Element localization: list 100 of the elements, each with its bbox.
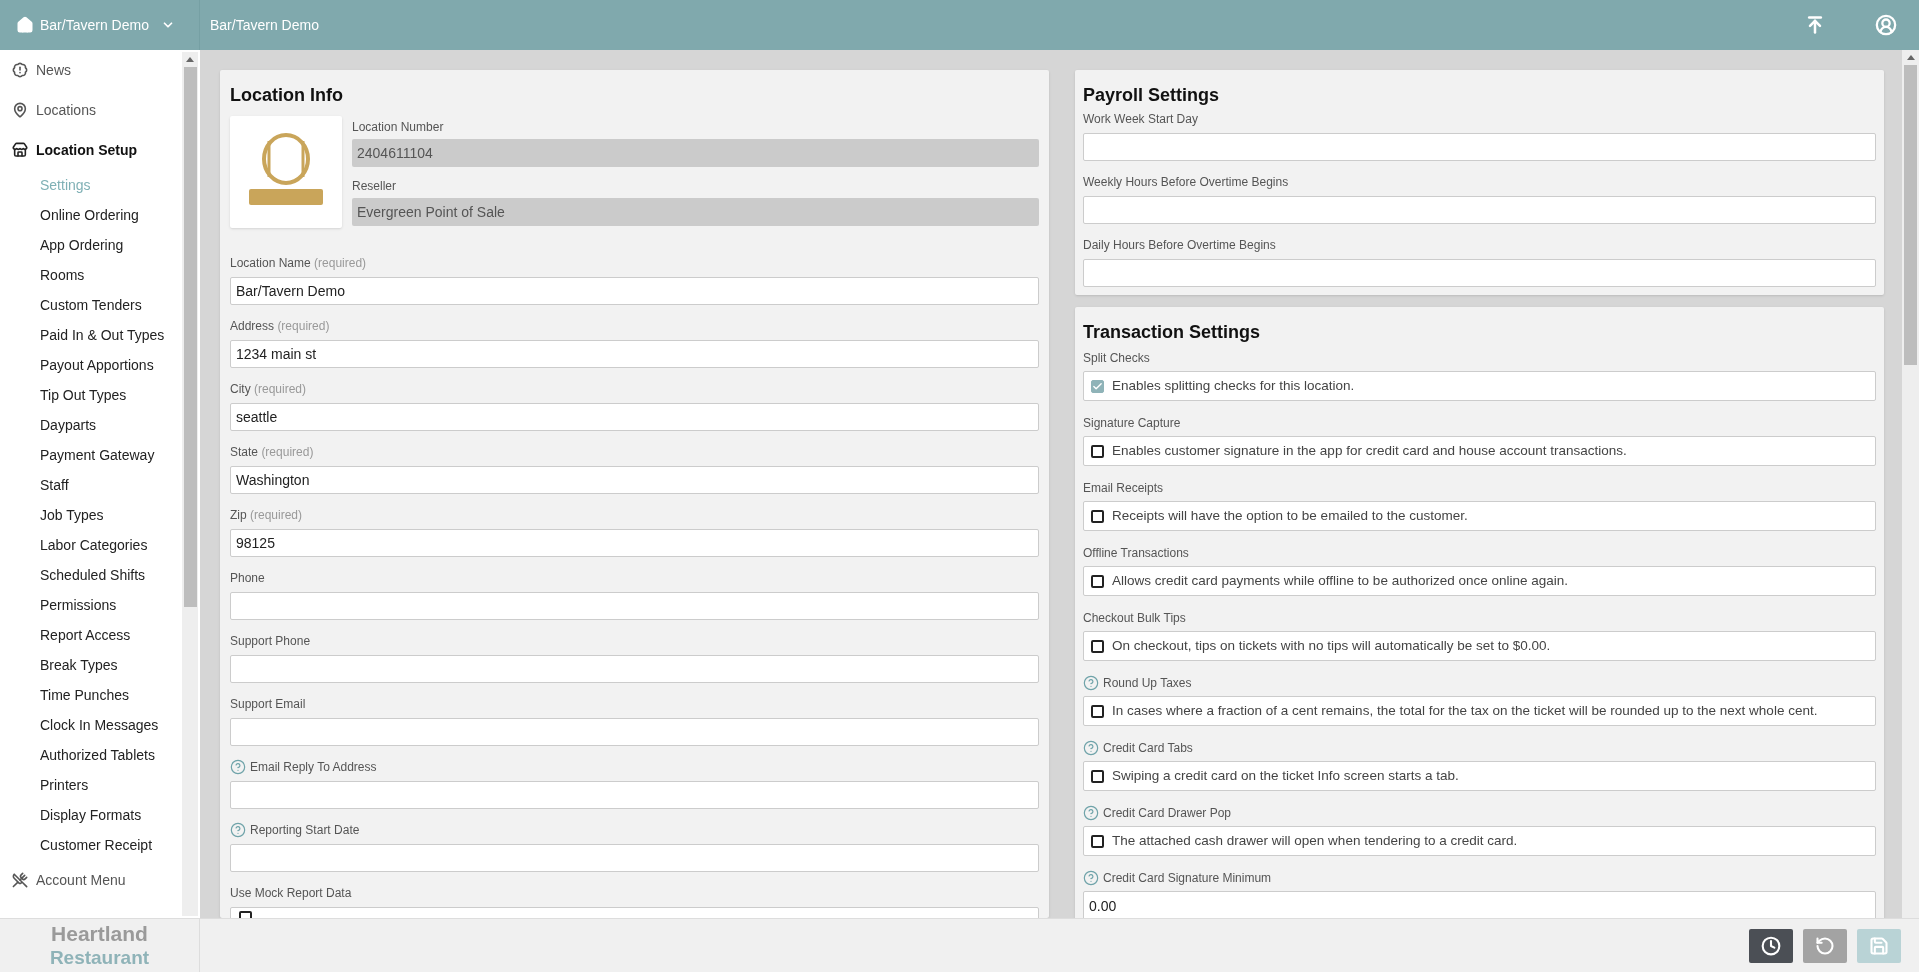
map-pin-icon — [12, 102, 28, 118]
sidebar-subitem[interactable]: Payout Apportions — [0, 350, 182, 380]
checkbox[interactable] — [1091, 574, 1104, 588]
sidebar-subitem[interactable]: Report Access — [0, 620, 182, 650]
field-label: Round Up Taxes — [1103, 674, 1192, 692]
sidebar-subitem[interactable]: Dayparts — [0, 410, 182, 440]
checkbox[interactable] — [1091, 509, 1104, 523]
field-label: Zip (required) — [230, 506, 303, 524]
store-icon — [12, 142, 28, 158]
scrollbar[interactable] — [182, 52, 198, 916]
text-field[interactable] — [230, 781, 1039, 809]
card-title: Transaction Settings — [1083, 321, 1262, 343]
sidebar-subitem[interactable]: Tip Out Types — [0, 380, 182, 410]
text-field[interactable] — [1083, 196, 1876, 224]
checkbox-row[interactable]: Receipts will have the option to be emailed to the customer. — [1083, 501, 1876, 531]
field-label: State (required) — [230, 443, 314, 461]
field-label: Work Week Start Day — [1083, 110, 1198, 128]
history-button[interactable] — [1749, 928, 1793, 963]
text-field[interactable]: 1234 main st — [230, 340, 1039, 368]
sidebar-item[interactable]: News — [0, 50, 182, 90]
field-label: Credit Card Signature Minimum — [1103, 869, 1272, 887]
checkbox-row[interactable]: Allows credit card payments while offline to be authorized once online again. — [1083, 566, 1876, 596]
field-label: Credit Card Drawer Pop — [1103, 804, 1232, 822]
help-icon[interactable] — [230, 758, 246, 775]
card-title: Payroll Settings — [1083, 84, 1221, 106]
checkbox-row[interactable]: The attached cash drawer will open when tendering to a credit card. — [1083, 826, 1876, 856]
checkbox-row[interactable]: In cases where a fraction of a cent remains, the total for the tax on the ticket will be rounded up to the next whole cent. — [1083, 696, 1876, 726]
sidebar-subitem[interactable]: App Ordering — [0, 230, 182, 260]
account-icon[interactable] — [1875, 14, 1897, 36]
text-field[interactable]: Washington — [230, 466, 1039, 494]
field-label: Phone — [230, 569, 265, 587]
sidebar-subitem[interactable]: Time Punches — [0, 680, 182, 710]
sidebar-subitem[interactable]: Break Types — [0, 650, 182, 680]
field-label: City (required) — [230, 380, 307, 398]
help-icon[interactable] — [1083, 869, 1099, 886]
field-label: Location Number — [352, 119, 445, 135]
upload-icon[interactable] — [1805, 15, 1825, 35]
field-label: Weekly Hours Before Overtime Begins — [1083, 173, 1289, 191]
text-field[interactable] — [1083, 259, 1876, 287]
checkbox[interactable] — [1091, 379, 1104, 393]
checkbox-row[interactable]: On checkout, tips on tickets with no tips will automatically be set to $0.00. — [1083, 631, 1876, 661]
checkbox[interactable] — [1091, 834, 1104, 848]
brand-subtitle: Restaurant — [49, 945, 150, 970]
text-field[interactable] — [230, 844, 1039, 872]
sidebar-subitem[interactable]: Payment Gateway — [0, 440, 182, 470]
sidebar-subitem[interactable]: Permissions — [0, 590, 182, 620]
help-icon[interactable] — [1083, 804, 1099, 821]
field-label: Support Phone — [230, 632, 311, 650]
checkbox[interactable] — [1091, 639, 1104, 653]
text-field[interactable] — [230, 718, 1039, 746]
sidebar-subitem[interactable]: Clock In Messages — [0, 710, 182, 740]
brand-name: Heartland — [51, 921, 148, 946]
text-field[interactable] — [230, 655, 1039, 683]
sidebar-subitem[interactable]: Customer Receipt — [0, 830, 182, 860]
checkbox-row[interactable]: Enables splitting checks for this location. — [1083, 371, 1876, 401]
checkbox-label: The attached cash drawer will open when tendering to a credit card. — [1112, 831, 1518, 850]
text-field[interactable] — [1083, 133, 1876, 161]
checkbox-label: Enables customer signature in the app for credit card and house account transactions. — [1112, 441, 1627, 460]
checkbox-row[interactable]: Enables customer signature in the app for credit card and house account transactions. — [1083, 436, 1876, 466]
text-field[interactable]: 0.00 — [1083, 891, 1876, 918]
save-icon — [1869, 935, 1889, 956]
checkbox[interactable] — [1091, 444, 1104, 458]
sidebar-subitem[interactable]: Scheduled Shifts — [0, 560, 182, 590]
field-label: Reseller — [352, 178, 397, 194]
field-label: Email Reply To Address — [250, 758, 377, 776]
sidebar-subitem[interactable]: Labor Categories — [0, 530, 182, 560]
checkbox-label: Receipts will have the option to be emailed to the customer. — [1112, 506, 1468, 525]
utensils-icon — [12, 872, 28, 888]
text-field[interactable]: 98125 — [230, 529, 1039, 557]
sidebar-subitem[interactable]: Custom Tenders — [0, 290, 182, 320]
sidebar-subitem[interactable]: Job Types — [0, 500, 182, 530]
sidebar-subitem[interactable]: Display Formats — [0, 800, 182, 830]
scroll-up-icon[interactable] — [186, 57, 194, 62]
field-label: Email Receipts — [1083, 479, 1164, 497]
help-icon[interactable] — [1083, 739, 1099, 756]
help-icon[interactable] — [230, 821, 246, 838]
field-label: Offline Transactions — [1083, 544, 1189, 562]
checkbox-row[interactable]: Swiping a credit card on the ticket Info screen starts a tab. — [1083, 761, 1876, 791]
breadcrumb: Bar/Tavern Demo — [210, 15, 319, 35]
field-label: Signature Capture — [1083, 414, 1181, 432]
sidebar-item[interactable]: Locations — [0, 90, 182, 130]
sidebar-subitem[interactable]: Authorized Tablets — [0, 740, 182, 770]
scrollbar[interactable] — [1902, 50, 1919, 918]
clock-icon — [1761, 935, 1781, 956]
sidebar-subitem[interactable]: Paid In & Out Types — [0, 320, 182, 350]
sidebar-subitem[interactable]: Rooms — [0, 260, 182, 290]
scroll-up-icon[interactable] — [1906, 55, 1915, 60]
text-field[interactable] — [230, 592, 1039, 620]
sidebar-subitem[interactable]: Staff — [0, 470, 182, 500]
help-icon[interactable] — [1083, 674, 1099, 691]
text-field[interactable]: Bar/Tavern Demo — [230, 277, 1039, 305]
checkbox[interactable] — [1091, 769, 1104, 783]
sidebar-subitem[interactable]: Printers — [0, 770, 182, 800]
undo-icon — [1815, 935, 1835, 956]
field-label: Use Mock Report Data — [230, 884, 352, 902]
checkbox[interactable] — [1091, 704, 1104, 718]
text-field[interactable]: seattle — [230, 403, 1039, 431]
sidebar-item[interactable]: Account Menu — [0, 860, 182, 900]
sidebar-subitem[interactable]: Online Ordering — [0, 200, 182, 230]
sidebar-item[interactable]: Location Setup — [0, 130, 182, 170]
